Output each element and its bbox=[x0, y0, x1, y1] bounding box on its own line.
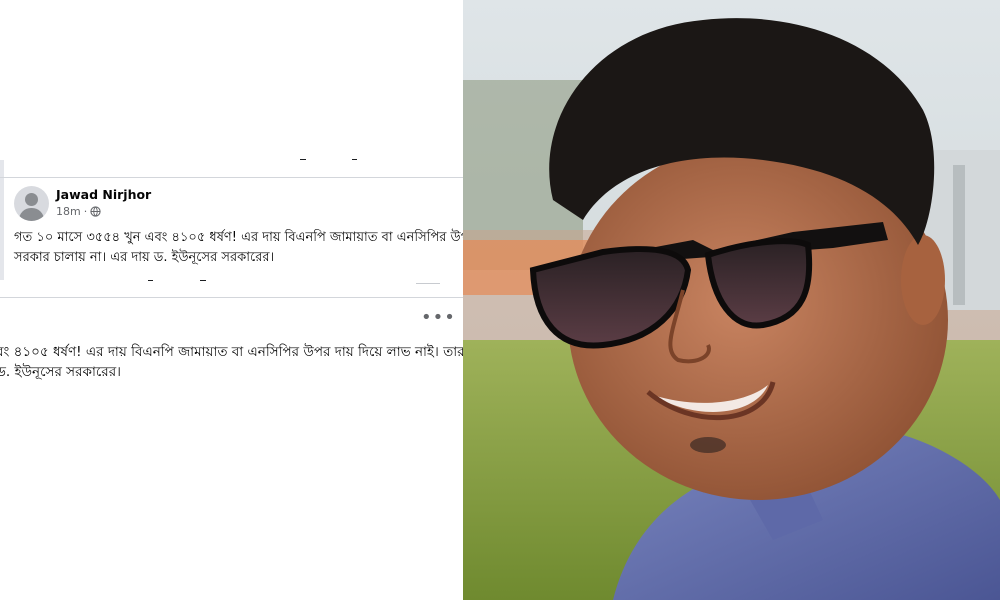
facebook-post-screenshot: ••• বং ৪১০৫ ধর্ষণ! এর দায় বিএনপি জামায়… bbox=[0, 0, 463, 600]
post-timestamp[interactable]: 18m bbox=[56, 205, 81, 218]
man-with-sunglasses-image bbox=[463, 0, 1000, 600]
globe-icon bbox=[90, 206, 101, 217]
post-text-line: সরকার চালায় না। এর দায় ড. ইউনূসের সরকা… bbox=[14, 250, 275, 265]
post-text-back: বং ৪১০৫ ধর্ষণ! এর দায় বিএনপি জামায়াত ব… bbox=[0, 342, 463, 382]
post-text-line: ড. ইউনূসের সরকারের। bbox=[0, 364, 121, 380]
post-author-name[interactable]: Jawad Nirjhor bbox=[56, 187, 151, 202]
post-meta: 18m · bbox=[56, 205, 101, 218]
post-text-line: বং ৪১০৫ ধর্ষণ! এর দায় বিএনপি জামায়াত ব… bbox=[0, 344, 463, 360]
post-card-front: Jawad Nirjhor 18m · গত ১০ মাসে ৩৫৫৪ খুন … bbox=[0, 160, 463, 280]
post-card-back: ••• বং ৪১০৫ ধর্ষণ! এর দায় বিএনপি জামায়… bbox=[0, 297, 463, 600]
post-text-line: গত ১০ মাসে ৩৫৫৪ খুন এবং ৪১০৫ ধর্ষণ! এর দ… bbox=[14, 230, 463, 245]
more-options-icon[interactable]: ••• bbox=[421, 309, 456, 327]
text-fragment bbox=[416, 283, 440, 284]
default-avatar-icon[interactable] bbox=[14, 186, 49, 221]
post-text-front: গত ১০ মাসে ৩৫৫৪ খুন এবং ৪১০৫ ধর্ষণ! এর দ… bbox=[14, 228, 463, 268]
divider bbox=[0, 297, 463, 298]
divider bbox=[0, 177, 463, 178]
card-edge bbox=[0, 160, 4, 280]
portrait-photo bbox=[463, 0, 1000, 600]
